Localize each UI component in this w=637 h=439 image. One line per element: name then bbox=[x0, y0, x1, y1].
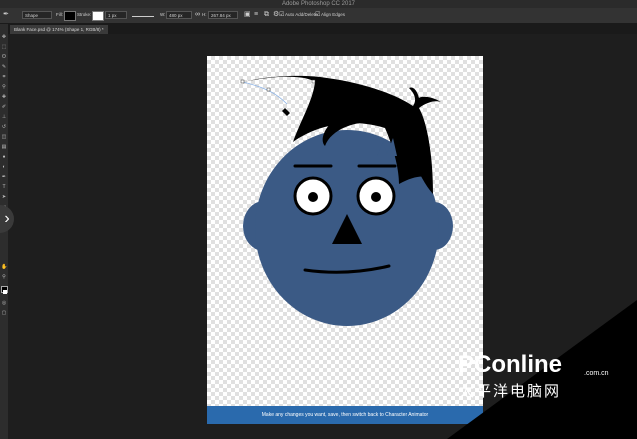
h-label: H: bbox=[202, 12, 207, 17]
dodge-icon[interactable]: ◐ bbox=[1, 164, 7, 170]
anchor-point bbox=[240, 79, 245, 84]
screen-mode-icon[interactable]: ▢ bbox=[1, 310, 7, 316]
text-icon[interactable]: T bbox=[1, 184, 7, 190]
watermark-domain: .com.cn bbox=[584, 370, 609, 377]
zoom-icon[interactable]: ⚲ bbox=[1, 274, 7, 280]
align-edges-checkbox[interactable]: ☑ bbox=[315, 11, 320, 19]
stroke-style-select[interactable] bbox=[132, 11, 154, 17]
height-field[interactable]: 267.84 px bbox=[208, 11, 238, 19]
crop-icon[interactable]: ⌗ bbox=[1, 74, 7, 80]
gradient-icon[interactable]: ▤ bbox=[1, 144, 7, 150]
blur-icon[interactable]: ● bbox=[1, 154, 7, 160]
document-tab-bar: Blank Face.psd @ 174% (Shape 1, RGB/8) * bbox=[8, 24, 637, 34]
left-pupil bbox=[308, 192, 318, 202]
anchor-point bbox=[311, 79, 316, 84]
window-title: Adobe Photoshop CC 2017 bbox=[281, 1, 356, 7]
path-alignment-icon[interactable]: ≡ bbox=[254, 11, 258, 19]
stroke-label: Stroke: bbox=[77, 12, 92, 17]
history-brush-icon[interactable]: ↺ bbox=[1, 124, 7, 130]
right-pupil bbox=[371, 192, 381, 202]
pen-cursor-icon bbox=[282, 108, 290, 116]
width-field[interactable]: 480 px bbox=[166, 11, 192, 19]
document-tab[interactable]: Blank Face.psd @ 174% (Shape 1, RGB/8) * bbox=[10, 25, 108, 34]
video-caption: Make any changes you want, save, then sw… bbox=[207, 406, 483, 424]
lasso-icon[interactable]: ʘ bbox=[1, 54, 7, 60]
blank-face-artwork bbox=[240, 75, 453, 326]
title-bar: Adobe Photoshop CC 2017 bbox=[0, 0, 637, 8]
bezier-path bbox=[242, 81, 288, 105]
auto-add-delete-label: Auto Add/Delete bbox=[285, 12, 318, 17]
stroke-size-field[interactable]: 1 px bbox=[105, 11, 127, 19]
stroke-swatch[interactable] bbox=[92, 11, 104, 21]
path-selection-icon[interactable]: ➤ bbox=[1, 194, 7, 200]
pen-tool-icon[interactable]: ✒ bbox=[3, 11, 9, 19]
quick-mask-icon[interactable]: ◎ bbox=[1, 300, 7, 306]
document-canvas[interactable] bbox=[207, 56, 483, 424]
chevron-right-icon[interactable]: › bbox=[0, 205, 14, 233]
move-icon[interactable]: ✥ bbox=[1, 34, 7, 40]
eraser-icon[interactable]: ◫ bbox=[1, 134, 7, 140]
tool-mode-select[interactable]: Shape bbox=[22, 11, 52, 19]
stamp-icon[interactable]: ⊥ bbox=[1, 114, 7, 120]
w-label: W: bbox=[160, 12, 166, 17]
brush-icon[interactable]: ✐ bbox=[1, 104, 7, 110]
fill-label: Fill: bbox=[56, 12, 63, 17]
hand-icon[interactable]: ✋ bbox=[1, 264, 7, 270]
eyedropper-icon[interactable]: ⚲ bbox=[1, 84, 7, 90]
healing-icon[interactable]: ✚ bbox=[1, 94, 7, 100]
background-color-swatch[interactable] bbox=[3, 290, 7, 294]
marquee-icon[interactable]: ⬚ bbox=[1, 44, 7, 50]
quick-selection-icon[interactable]: ✎ bbox=[1, 64, 7, 70]
watermark-logo: PConline bbox=[458, 351, 563, 378]
watermark-subtitle: 太平洋电脑网 bbox=[459, 383, 562, 400]
align-edges-label: Align Edges bbox=[321, 12, 346, 17]
pen-icon[interactable]: ✒ bbox=[1, 174, 7, 180]
options-bar: ✒ Shape Fill: Stroke: 1 px W: 480 px ∞ H… bbox=[0, 8, 637, 24]
path-operations-icon[interactable]: ▣ bbox=[244, 11, 251, 19]
anchor-point bbox=[266, 87, 271, 92]
auto-add-delete-checkbox[interactable]: ☑ bbox=[279, 11, 284, 19]
path-arrangement-icon[interactable]: ⧉ bbox=[264, 11, 269, 19]
link-icon[interactable]: ∞ bbox=[195, 11, 200, 19]
fill-swatch[interactable] bbox=[64, 11, 76, 21]
